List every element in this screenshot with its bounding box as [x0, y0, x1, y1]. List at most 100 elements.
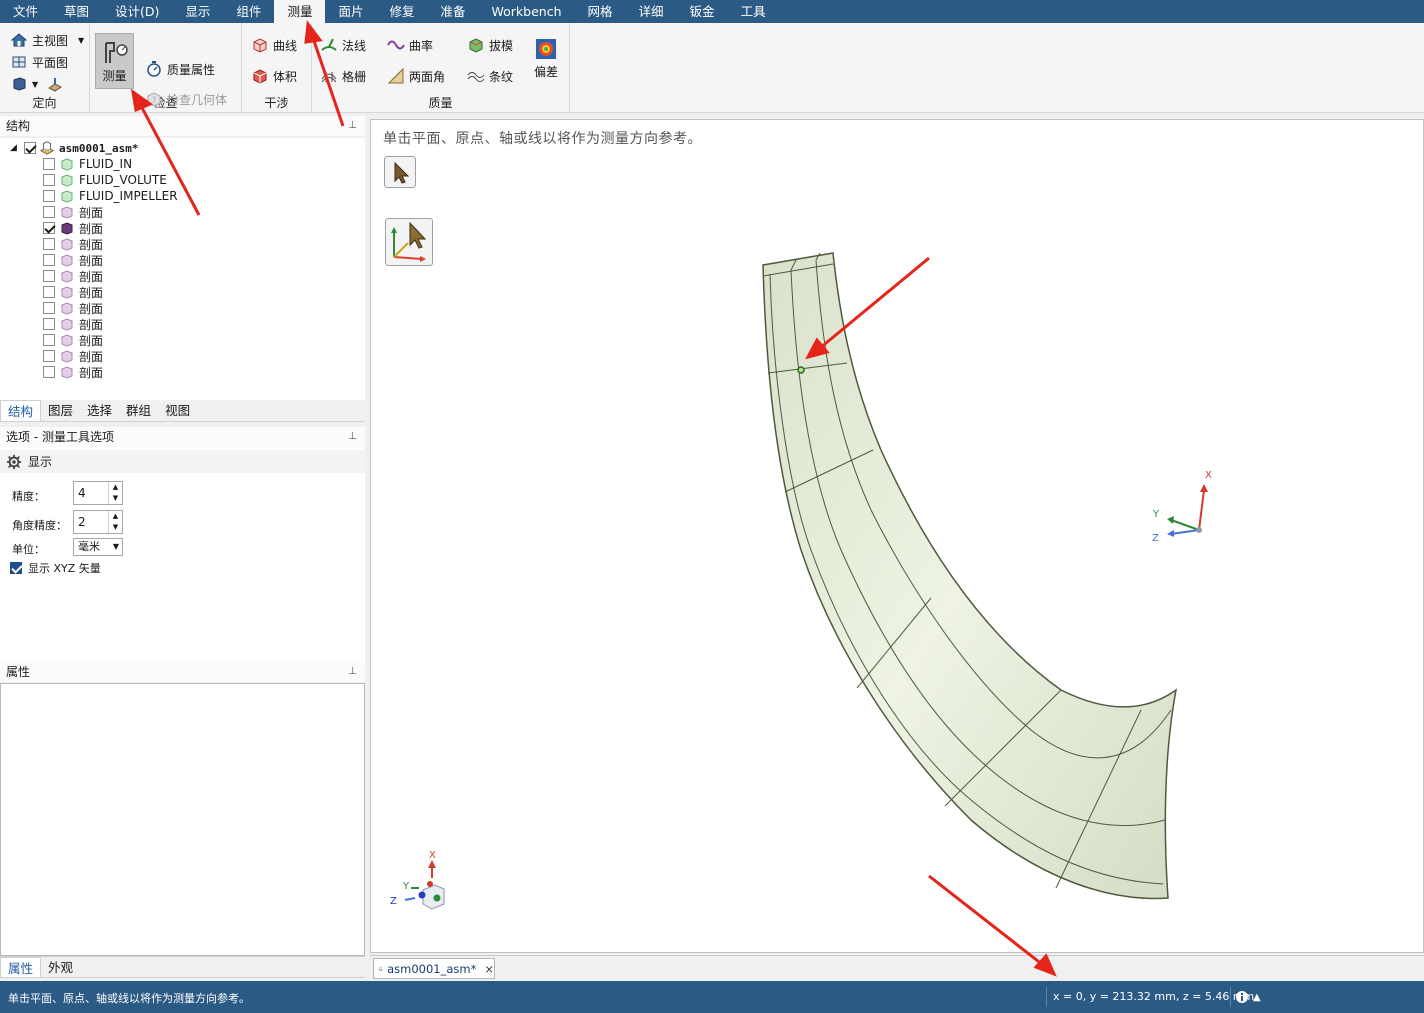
angle-precision-label: 角度精度：	[12, 519, 67, 532]
menu-item-3[interactable]: 显示	[172, 0, 223, 23]
document-tab-asm0001[interactable]: asm0001_asm* ×	[373, 958, 495, 979]
menu-item-10[interactable]: 网格	[575, 0, 626, 23]
structure-tree: ◢ asm0001_asm* FLUID_IN FLUID_VOLUTE FLUID…	[0, 138, 365, 400]
tree-item[interactable]: 剖面	[43, 220, 103, 236]
display-section[interactable]: 显示	[0, 450, 365, 473]
menu-item-12[interactable]: 钣金	[677, 0, 728, 23]
dihedral-button[interactable]: 两面角	[387, 67, 445, 85]
plan-view-button[interactable]: 平面图	[10, 53, 68, 71]
curvature-icon	[387, 40, 405, 50]
tree-item-checkbox[interactable]	[43, 158, 55, 170]
tree-item-checkbox[interactable]	[43, 334, 55, 346]
view-cube[interactable]	[404, 860, 445, 910]
curve-interference-button[interactable]: 曲线	[251, 36, 297, 54]
properties-panel-header: 属性 ⊥	[0, 662, 365, 682]
status-info[interactable]: ▲	[1230, 987, 1261, 1007]
show-xyz-row[interactable]: 显示 XYZ 矢量	[10, 560, 101, 576]
measure-button[interactable]: 测量	[95, 33, 134, 89]
tree-item-checkbox[interactable]	[43, 222, 55, 234]
tree-item-checkbox[interactable]	[43, 366, 55, 378]
chevron-up-icon[interactable]: ▲	[1253, 992, 1261, 1003]
tree-item[interactable]: 剖面	[43, 316, 103, 332]
left-tabs-tab-0[interactable]: 结构	[0, 400, 42, 421]
deviation-button[interactable]: 偏差	[534, 37, 558, 80]
menu-item-8[interactable]: 准备	[428, 0, 479, 23]
close-icon[interactable]: ×	[484, 962, 494, 976]
curvature-button[interactable]: 曲率	[387, 36, 433, 54]
draft-button[interactable]: 拔模	[467, 36, 513, 54]
mass-properties-button[interactable]: 质量属性	[145, 60, 215, 78]
menu-item-4[interactable]: 组件	[223, 0, 274, 23]
pin-icon[interactable]: ⊥	[348, 116, 357, 136]
blade-surface[interactable]: X Y Z X Y Z	[371, 120, 1423, 952]
normal-button[interactable]: 法线	[320, 36, 366, 54]
show-xyz-checkbox[interactable]	[10, 562, 22, 574]
tree-item-checkbox[interactable]	[43, 174, 55, 186]
tree-item[interactable]: 剖面	[43, 204, 103, 220]
menu-item-0[interactable]: 文件	[0, 0, 51, 23]
tree-item-checkbox[interactable]	[43, 190, 55, 202]
tree-item[interactable]: 剖面	[43, 252, 103, 268]
stepper-arrows-icon[interactable]: ▲ ▼	[108, 482, 122, 504]
bottom-tabs-tab-0[interactable]: 属性	[0, 957, 42, 977]
menu-item-6[interactable]: 面片	[325, 0, 376, 23]
tree-item[interactable]: FLUID_IMPELLER	[43, 188, 178, 204]
root-checkbox[interactable]	[24, 142, 36, 154]
tree-item[interactable]: 剖面	[43, 236, 103, 252]
left-tabs-tab-3[interactable]: 群组	[119, 400, 158, 421]
chevron-down-icon[interactable]: ▼	[32, 80, 38, 89]
cube-y-label: Y	[402, 881, 410, 892]
home-icon	[10, 33, 28, 47]
tree-item-checkbox[interactable]	[43, 254, 55, 266]
tree-item[interactable]: 剖面	[43, 364, 103, 380]
tree-item[interactable]: 剖面	[43, 284, 103, 300]
pin-icon[interactable]: ⊥	[348, 662, 357, 682]
bottom-tabs-tab-1[interactable]: 外观	[41, 957, 80, 977]
stopwatch-icon	[147, 61, 161, 77]
tree-item[interactable]: FLUID_IN	[43, 156, 132, 172]
left-tabs-tab-2[interactable]: 选择	[80, 400, 119, 421]
menu-item-13[interactable]: 工具	[728, 0, 779, 23]
stripes-button[interactable]: 条纹	[467, 67, 513, 85]
check-geometry-button[interactable]: ? 检查几何体	[145, 90, 227, 108]
view-cube-button[interactable]: ▼	[10, 75, 64, 93]
section-icon	[61, 350, 73, 363]
tree-item[interactable]: 剖面	[43, 300, 103, 316]
cube-x-label: X	[429, 850, 436, 861]
pick-point[interactable]	[797, 366, 805, 374]
tree-item-checkbox[interactable]	[43, 238, 55, 250]
precision-stepper[interactable]: 4 ▲ ▼	[73, 481, 123, 505]
pin-icon[interactable]: ⊥	[348, 427, 357, 447]
snap-view-icon[interactable]	[46, 75, 64, 93]
menu-item-11[interactable]: 详细	[626, 0, 677, 23]
angle-precision-stepper[interactable]: 2 ▲ ▼	[73, 510, 123, 534]
tree-item-checkbox[interactable]	[43, 286, 55, 298]
tree-item-checkbox[interactable]	[43, 318, 55, 330]
grid-button[interactable]: 格栅	[320, 67, 366, 85]
unit-label: 单位：	[12, 543, 45, 556]
tree-item[interactable]: FLUID_VOLUTE	[43, 172, 167, 188]
stepper-arrows-icon[interactable]: ▲ ▼	[108, 511, 122, 533]
expand-icon[interactable]: ◢	[10, 143, 22, 153]
volume-interference-button[interactable]: 体积	[251, 67, 297, 85]
menu-item-2[interactable]: 设计(D)	[102, 0, 172, 23]
tree-item[interactable]: 剖面	[43, 268, 103, 284]
3d-viewport[interactable]: 单击平面、原点、轴或线以将作为测量方向参考。 X Y Z X Y Z	[370, 119, 1424, 953]
tree-item-checkbox[interactable]	[43, 270, 55, 282]
tree-item-checkbox[interactable]	[43, 302, 55, 314]
tree-root[interactable]: ◢ asm0001_asm*	[10, 140, 138, 156]
home-view-button[interactable]: 主视图 ▼	[10, 31, 84, 49]
menu-item-5[interactable]: 测量	[274, 0, 326, 23]
menu-item-1[interactable]: 草图	[51, 0, 102, 23]
left-tabs-tab-1[interactable]: 图层	[41, 400, 80, 421]
tree-item[interactable]: 剖面	[43, 332, 103, 348]
tree-item-checkbox[interactable]	[43, 350, 55, 362]
chevron-down-icon[interactable]: ▼	[78, 36, 84, 45]
draft-icon	[469, 38, 483, 53]
left-tabs-tab-4[interactable]: 视图	[158, 400, 197, 421]
menu-item-7[interactable]: 修复	[376, 0, 427, 23]
unit-select[interactable]: 毫米 ▼	[73, 538, 123, 556]
tree-item-checkbox[interactable]	[43, 206, 55, 218]
menu-item-9[interactable]: Workbench	[479, 0, 575, 23]
tree-item[interactable]: 剖面	[43, 348, 103, 364]
